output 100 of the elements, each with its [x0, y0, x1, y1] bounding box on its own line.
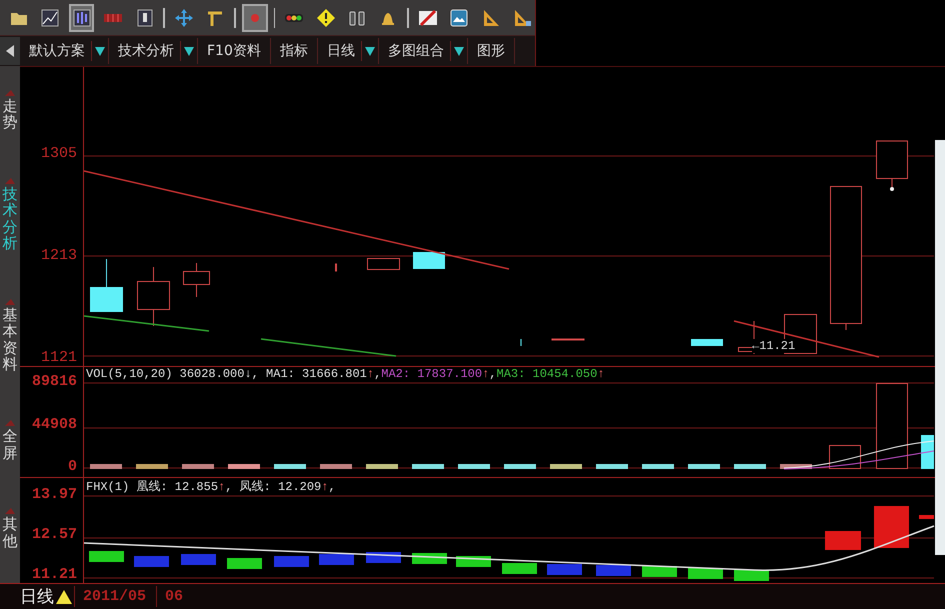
volume-legend: VOL(5,10,20) 36028.000↓, MA1: 31666.801↑,MA2: 17837.100↑,MA3: 10454.050↑: [86, 367, 605, 381]
triangle-icon: [5, 178, 15, 184]
indicator-bar: [319, 554, 354, 565]
volume-bar: [829, 445, 861, 469]
dropdown-button[interactable]: [450, 41, 464, 62]
flag-icon: [418, 10, 437, 26]
price-marker: ←11.21: [752, 339, 796, 353]
caret-icon: [184, 46, 194, 56]
candlestick: [90, 258, 123, 312]
warning-icon: [316, 8, 335, 27]
side-tab[interactable]: 技术分析: [2, 186, 18, 252]
left-arrow-icon: [5, 44, 15, 58]
caret-icon: [364, 46, 375, 56]
candlestick: [520, 338, 522, 346]
axis-label: 11.21: [32, 566, 77, 583]
candlestick: [691, 338, 723, 346]
tee-icon: [206, 11, 224, 28]
volume-bar: [504, 464, 536, 469]
candlestick: [335, 264, 337, 272]
menu-button[interactable]: 多图组合: [382, 42, 450, 60]
binoculars-icon: [350, 11, 365, 26]
menu-button[interactable]: F10资料: [201, 42, 267, 60]
indicator-bar: [134, 556, 169, 567]
axis-label: 13.97: [32, 486, 77, 503]
volume-bar: [642, 464, 674, 469]
candlestick: [413, 252, 445, 270]
bar-chart-icon: [73, 9, 90, 26]
indicator-bar: [874, 506, 909, 548]
bell-icon: [382, 12, 394, 25]
volume-bar: [688, 464, 720, 469]
axis-label: 12.57: [32, 526, 77, 543]
scroll-left-button[interactable]: [0, 37, 20, 66]
volume-bar: [274, 464, 306, 469]
menu-button[interactable]: 技术分析: [112, 42, 180, 60]
date-label: 2011/05: [74, 586, 154, 607]
dropdown-button[interactable]: [180, 41, 194, 62]
triangle-icon: [5, 90, 15, 96]
volume-bar: [596, 464, 628, 469]
dropdown-button[interactable]: [360, 41, 375, 62]
volume-bar: [136, 464, 168, 469]
volume-bar: [921, 435, 934, 469]
indicator-bar: [734, 570, 769, 581]
indicator-bar: [502, 563, 537, 574]
period-label: 日线: [19, 586, 54, 608]
axis-label: 1213: [40, 247, 77, 264]
axis-label: 1121: [40, 349, 77, 366]
candlestick: [876, 140, 908, 190]
volume-bar: [550, 464, 582, 469]
side-tab[interactable]: 其他: [2, 516, 18, 550]
volume-bar: [320, 464, 352, 469]
volume-bar: [182, 464, 214, 469]
indicator-bar: [547, 564, 582, 575]
indicator-bar: [919, 515, 934, 519]
indicator-legend: FHX(1) 凰线: 12.855↑, 凤线: 12.209↑,: [86, 478, 336, 495]
up-triangle-icon: [56, 590, 72, 604]
axis-label: 1305: [40, 145, 77, 162]
indicator-bar: [596, 565, 631, 576]
side-tab[interactable]: 走势: [2, 98, 18, 131]
date-label: 06: [156, 586, 192, 607]
toolbar-button[interactable]: [68, 4, 94, 32]
dropdown-button[interactable]: [91, 41, 105, 62]
caret-icon: [454, 46, 464, 56]
line-chart-icon: [42, 9, 59, 26]
volume-bar: [366, 464, 398, 469]
menu-button[interactable]: 日线: [320, 42, 361, 60]
folder-icon: [10, 12, 27, 25]
indicator-bar: [227, 558, 262, 569]
triangle-icon: [5, 420, 15, 426]
candlestick: [137, 266, 170, 326]
grid-icon: [104, 13, 122, 22]
triangle-icon: [5, 298, 15, 305]
volume-bar: [90, 464, 122, 469]
indicator-bar: [89, 551, 124, 562]
axis-label: 89816: [32, 373, 77, 390]
side-tab[interactable]: 基本资料: [2, 306, 18, 373]
picture-icon: [450, 9, 468, 26]
candlestick: [367, 258, 400, 270]
indicator-bar: [274, 556, 309, 567]
volume-bar: [734, 464, 766, 469]
frame-icon: [137, 9, 152, 26]
indicator-bar: [688, 568, 723, 579]
volume-bar: [412, 464, 444, 469]
menu-button[interactable]: 指标: [274, 42, 314, 60]
volume-bar: [228, 464, 260, 469]
traffic-light-icon: [285, 14, 304, 22]
price-dot: [890, 187, 894, 191]
volume-bar: [458, 464, 490, 469]
indicator-bar: [181, 554, 216, 565]
menu-button[interactable]: 图形: [470, 42, 511, 60]
axis-label: 0: [68, 458, 77, 475]
candlestick: [552, 338, 584, 340]
triangle-icon: [5, 508, 15, 514]
side-tab[interactable]: 全屏: [2, 428, 18, 462]
indicator-bar: [825, 531, 861, 550]
candlestick: [183, 262, 210, 298]
volume-bar: [780, 464, 812, 469]
menu-button[interactable]: 默认方案: [23, 42, 91, 60]
axis-label: 44908: [32, 416, 77, 432]
move-arrows-icon: [174, 8, 193, 27]
caret-icon: [95, 46, 105, 56]
